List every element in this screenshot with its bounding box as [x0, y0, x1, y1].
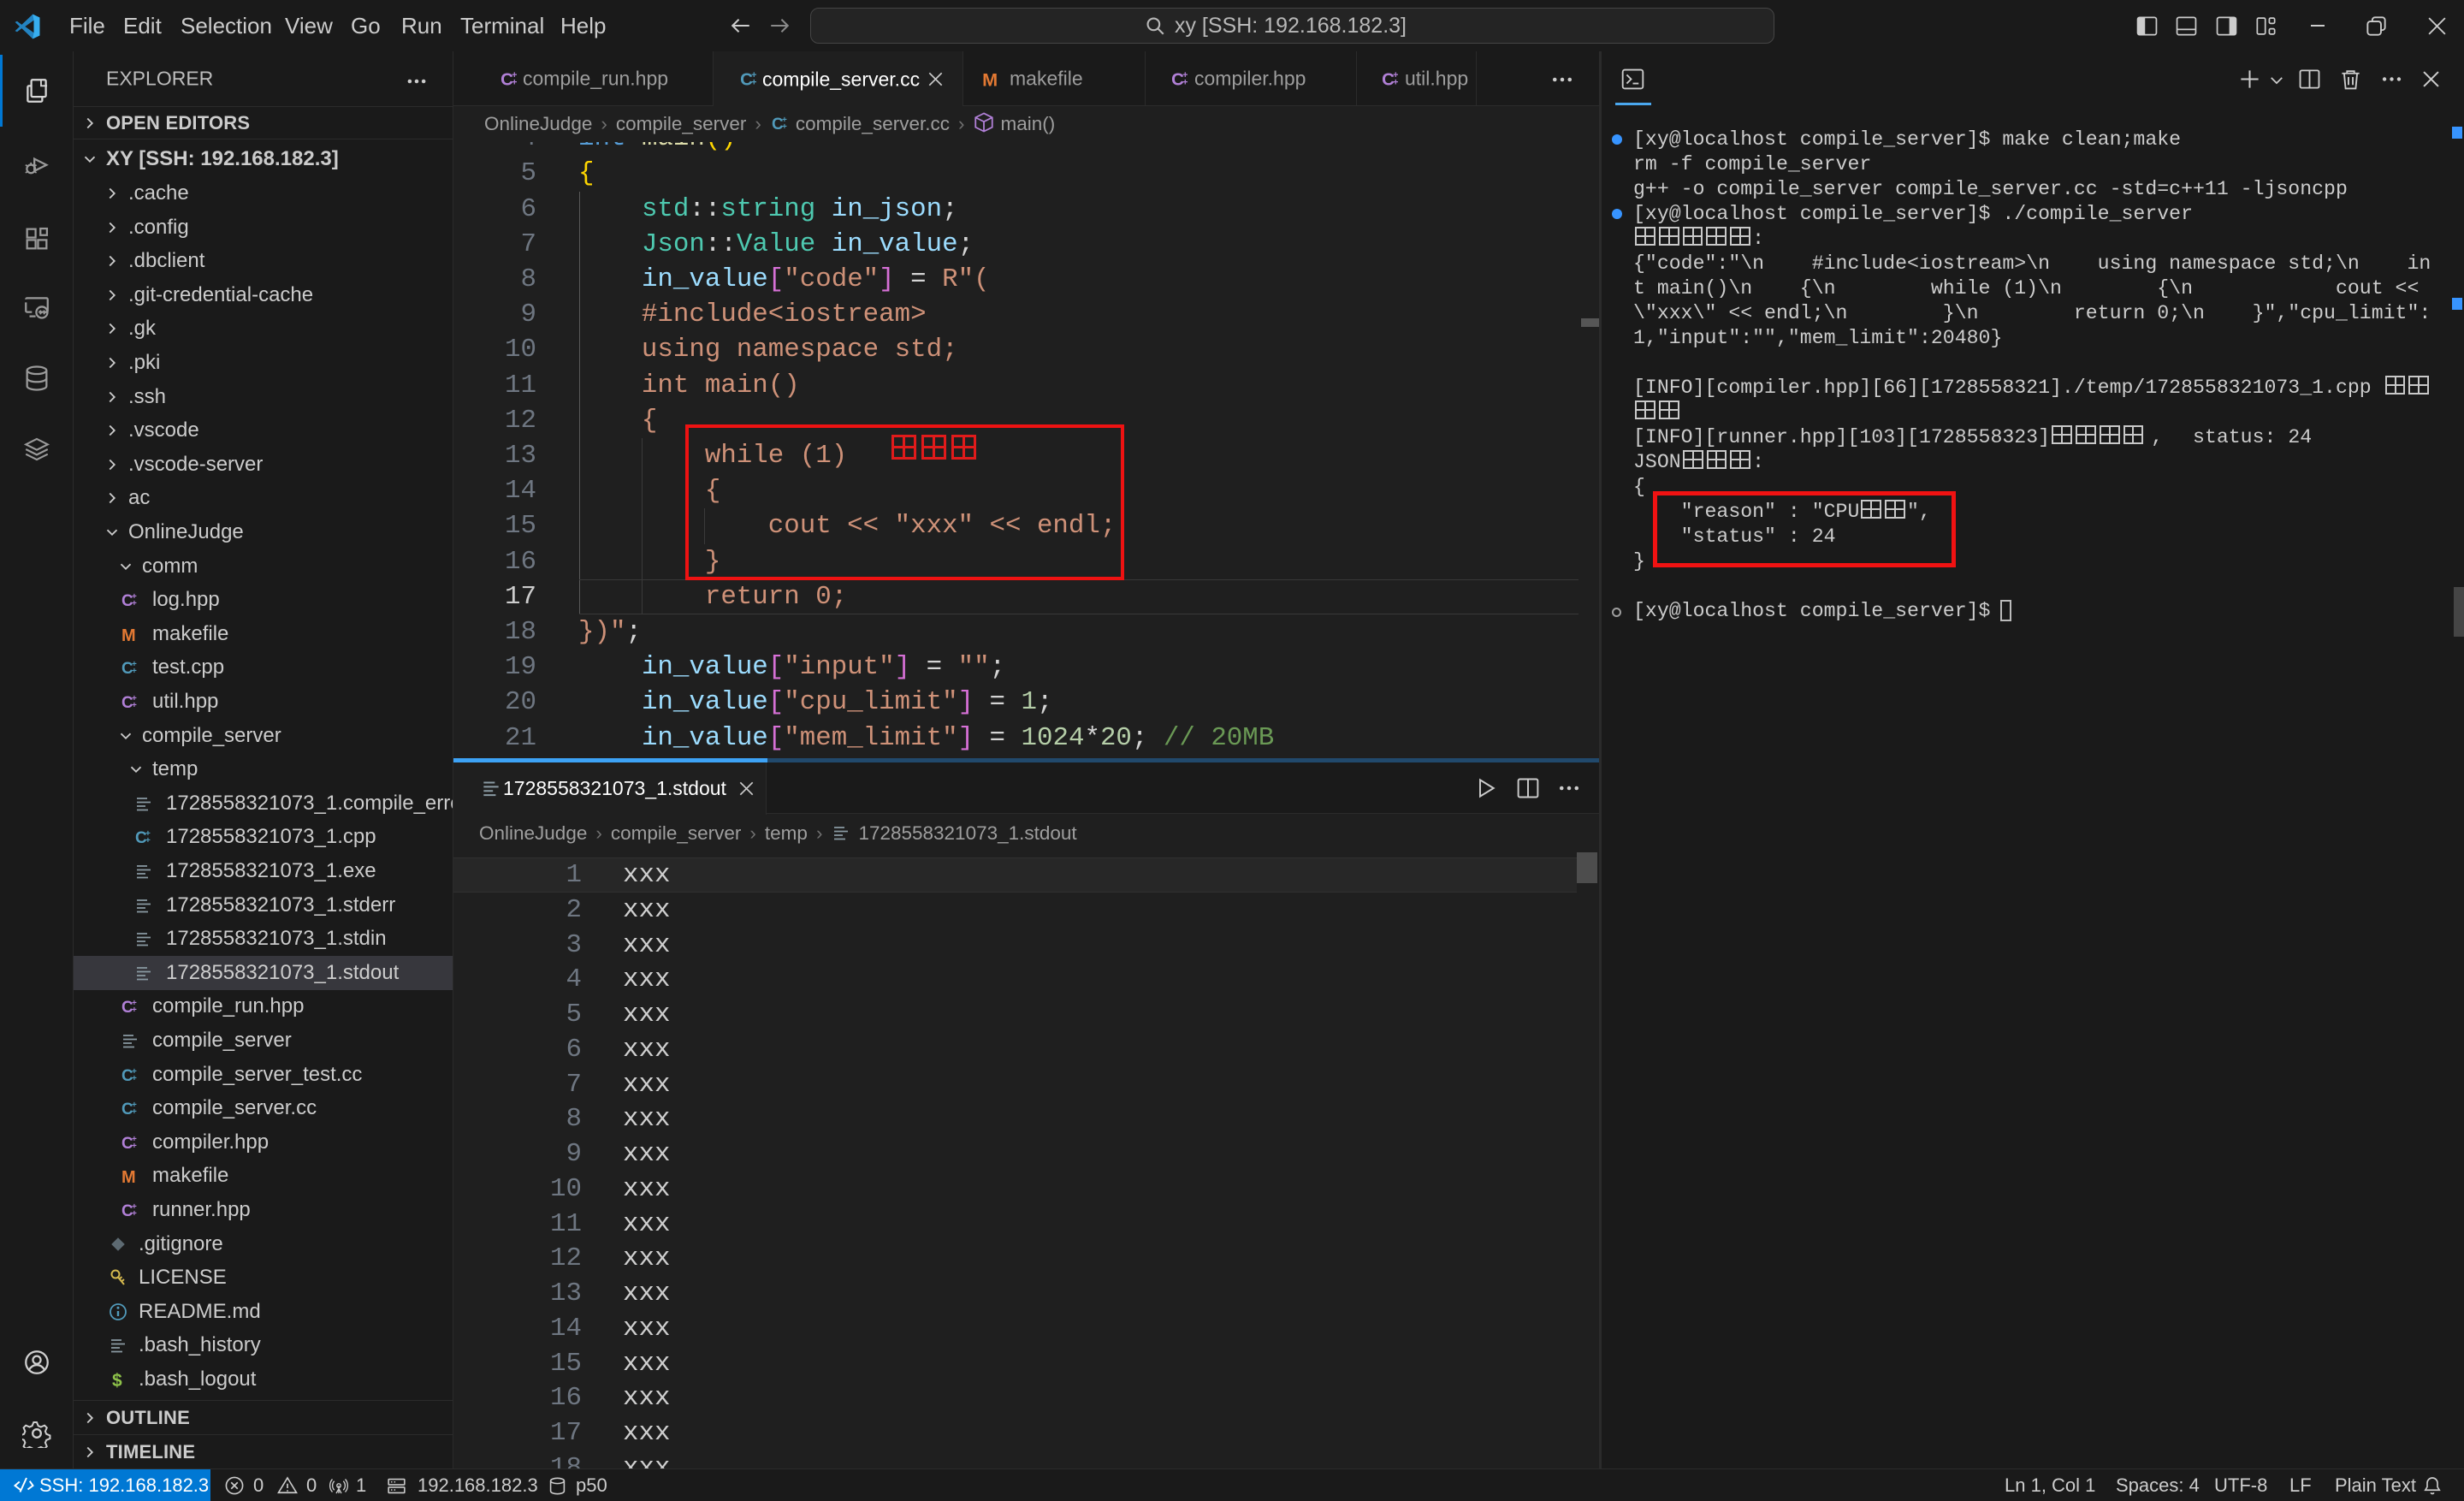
svg-text:M: M: [121, 1168, 136, 1186]
svg-text:$: $: [112, 1371, 122, 1390]
svg-text:M: M: [982, 69, 998, 90]
svg-text:+: +: [132, 1074, 137, 1083]
svg-text:+: +: [132, 599, 137, 608]
svg-text:+: +: [132, 1209, 137, 1219]
svg-text:+: +: [132, 1107, 137, 1117]
svg-text:+: +: [1393, 78, 1398, 88]
svg-text:+: +: [145, 836, 151, 845]
svg-text:+: +: [132, 701, 137, 710]
svg-text:M: M: [121, 626, 136, 644]
svg-text:+: +: [132, 1142, 137, 1151]
svg-text:+: +: [132, 667, 137, 676]
svg-text:+: +: [782, 122, 787, 132]
svg-text:+: +: [1182, 78, 1188, 88]
svg-text:+: +: [512, 78, 517, 88]
svg-text:+: +: [132, 1006, 137, 1015]
svg-text:+: +: [751, 78, 756, 88]
